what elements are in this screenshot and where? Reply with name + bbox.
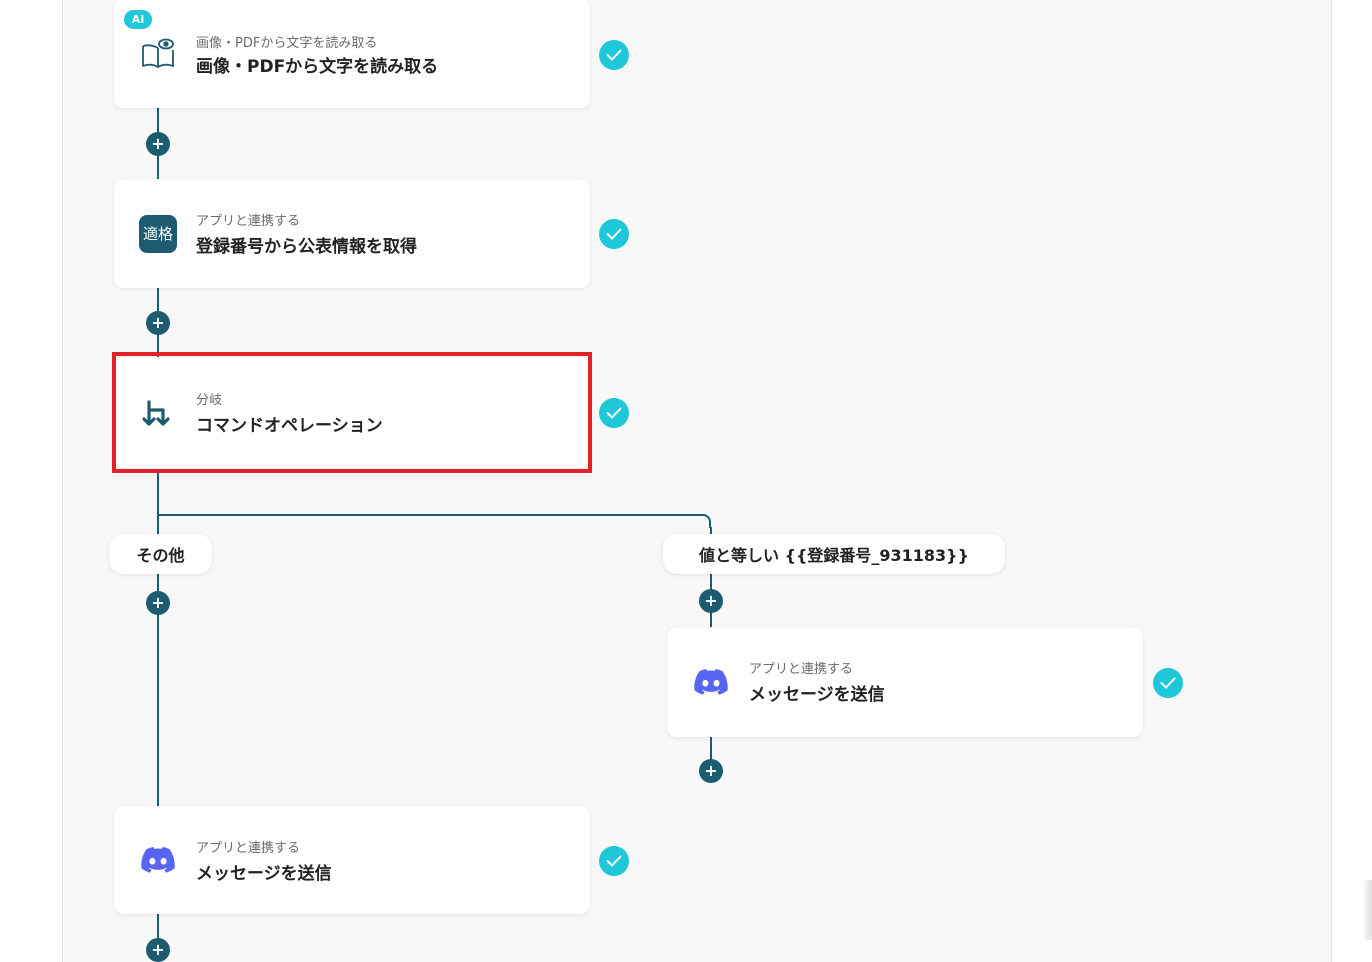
tekikaku-app-icon: 適格 [138,214,178,254]
step-sub-label: アプリと連携する [196,841,301,856]
add-step-button[interactable]: + [699,589,723,613]
discord-icon [691,662,731,702]
book-eye-icon [138,33,178,73]
check-icon [599,40,629,70]
step-card-discord-left[interactable]: アプリと連携する メッセージを送信 [114,806,590,914]
branch-label-other[interactable]: その他 [109,534,212,574]
step-card-tekikaku[interactable]: 適格 アプリと連携する 登録番号から公表情報を取得 [114,179,590,288]
step-title: 登録番号から公表情報を取得 [196,237,417,257]
step-sub-label: 分岐 [196,393,223,408]
tekikaku-icon-text: 適格 [139,214,177,253]
step-title: コマンドオペレーション [196,416,383,436]
check-icon [1153,668,1183,698]
step-title: メッセージを送信 [196,864,332,884]
add-step-button[interactable]: + [146,311,170,335]
branch-connector-line [157,514,705,516]
step-card-discord-right[interactable]: アプリと連携する メッセージを送信 [667,627,1143,737]
discord-icon [138,840,178,880]
add-step-button[interactable]: + [699,759,723,783]
step-card-ocr[interactable]: 画像・PDFから文字を読み取る 画像・PDFから文字を読み取る [114,0,590,108]
add-step-button[interactable]: + [146,132,170,156]
ai-badge: AI [124,10,152,29]
step-sub-label: アプリと連携する [749,662,854,677]
step-title: メッセージを送信 [749,685,885,705]
scroll-edge-shadow [1362,880,1372,940]
add-step-button[interactable]: + [146,938,170,962]
step-sub-label: アプリと連携する [196,214,301,229]
branch-icon [138,393,178,433]
step-title: 画像・PDFから文字を読み取る [196,57,439,77]
step-card-branch[interactable]: 分岐 コマンドオペレーション [114,358,590,468]
step-sub-label: 画像・PDFから文字を読み取る [196,36,378,51]
check-icon [599,846,629,876]
connector-line [157,472,159,806]
add-step-button[interactable]: + [146,591,170,615]
branch-corner [697,514,711,528]
check-icon [599,398,629,428]
check-icon [599,219,629,249]
branch-label-equals[interactable]: 値と等しい {{登録番号_931183}} [663,534,1005,574]
